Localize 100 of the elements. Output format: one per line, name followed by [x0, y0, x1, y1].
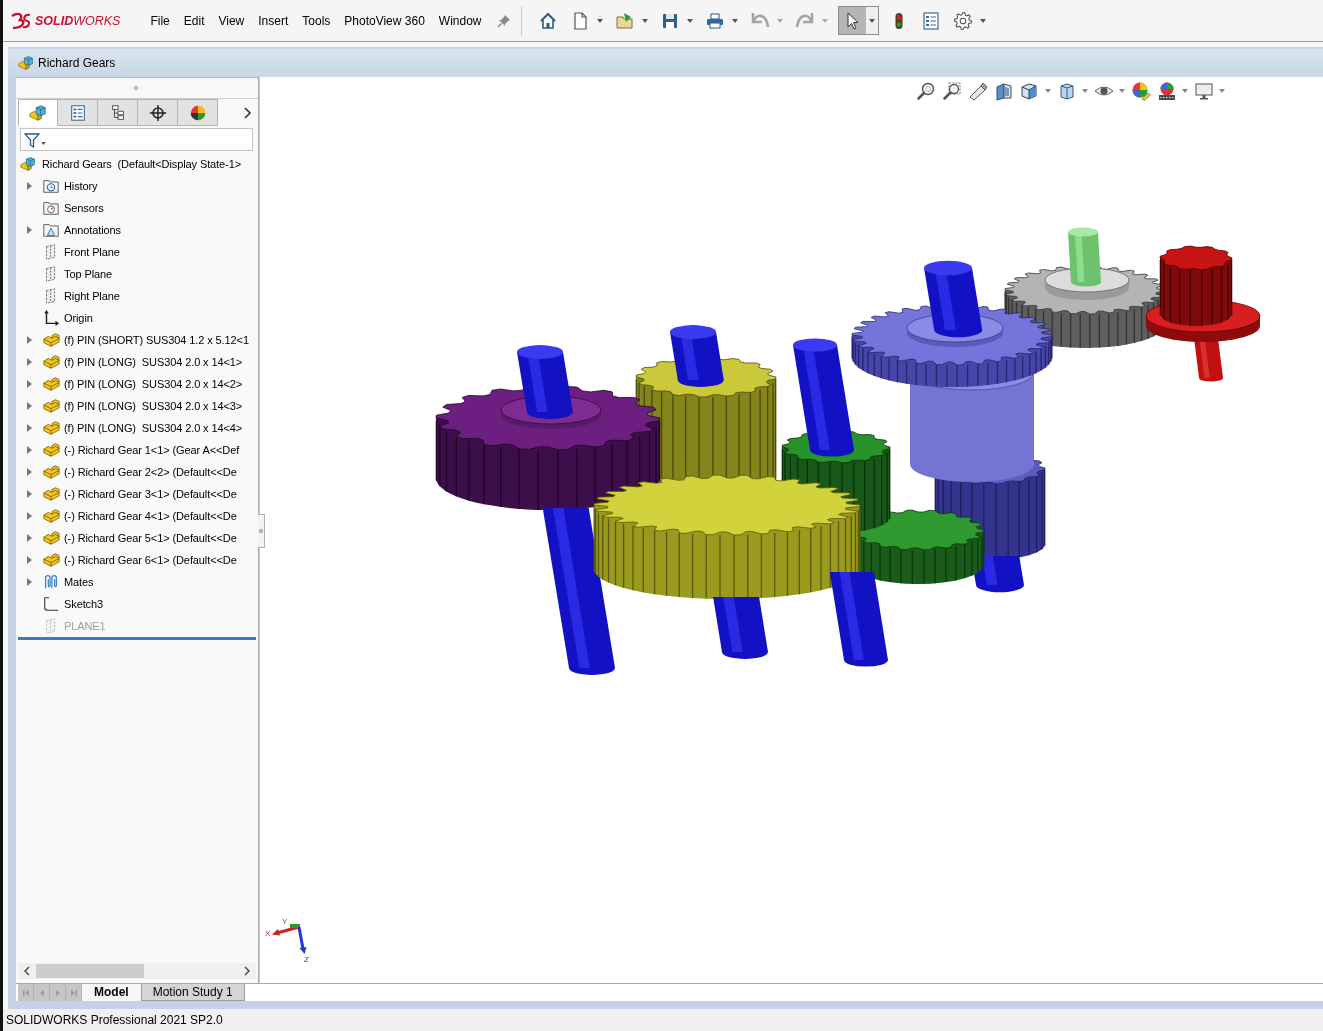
skip-start-icon: [21, 988, 30, 997]
expand-arrow-icon[interactable]: [26, 578, 32, 586]
list-icon: [920, 10, 941, 31]
tree-item[interactable]: Right Plane: [42, 287, 120, 305]
menu-item[interactable]: PhotoView 360: [337, 10, 432, 31]
view-settings-button[interactable]: [1194, 81, 1225, 101]
expand-arrow-icon[interactable]: [26, 380, 32, 388]
model-tab[interactable]: Model: [82, 984, 141, 1001]
tree-item[interactable]: Origin: [42, 309, 93, 327]
logo-icon: [10, 11, 32, 30]
tree-item[interactable]: (f) PIN (LONG) SUS304 2.0 x 14<1>: [42, 353, 243, 371]
tree-item[interactable]: Sketch3: [42, 595, 104, 613]
tree-item[interactable]: (f) PIN (LONG) SUS304 2.0 x 14<3>: [42, 397, 243, 415]
monitor-icon: [1194, 81, 1214, 101]
caret-icon: [641, 18, 648, 23]
tree-item[interactable]: (-) Richard Gear 3<1> (Default<<De: [42, 485, 237, 503]
triangle-right-icon: [53, 988, 62, 997]
axis-label: Y: [282, 917, 288, 926]
part-icon: [42, 463, 60, 481]
select-button[interactable]: [837, 6, 879, 35]
motion-study-tab[interactable]: Motion Study 1: [140, 984, 245, 1001]
pushpin-icon[interactable]: [496, 13, 511, 28]
apply-scene-button[interactable]: [1157, 81, 1188, 101]
expand-arrow-icon[interactable]: [26, 226, 32, 234]
expand-arrow-icon[interactable]: [26, 336, 32, 344]
configuration-manager-tab[interactable]: [98, 99, 138, 126]
cube-icon: [1020, 81, 1040, 101]
tree-item[interactable]: (-) Richard Gear 2<2> (Default<<De: [42, 463, 237, 481]
tree-item[interactable]: (f) PIN (LONG) SUS304 2.0 x 14<2>: [42, 375, 243, 393]
edit-appearance-button[interactable]: [1131, 81, 1151, 101]
funnel-icon: [24, 131, 40, 148]
expand-arrow-icon[interactable]: [26, 490, 32, 498]
scroll-left-icon[interactable]: [24, 966, 30, 976]
cube-icon: [1057, 81, 1077, 101]
expand-arrow-icon[interactable]: [26, 402, 32, 410]
axis-label: X: [265, 929, 271, 938]
tree-item[interactable]: (f) PIN (SHORT) SUS304 1.2 x 5.12<1: [42, 331, 249, 349]
feature-manager-tab[interactable]: [18, 99, 58, 126]
caret-icon: [686, 18, 693, 23]
menu-item[interactable]: View: [211, 10, 252, 31]
expand-arrow-icon[interactable]: [26, 534, 32, 542]
dimxpert-manager-tab[interactable]: [138, 99, 178, 126]
caret-icon: [731, 18, 738, 23]
property-manager-tab[interactable]: [58, 99, 98, 126]
part-icon: [42, 441, 60, 459]
tree-item[interactable]: Annotations: [42, 221, 121, 239]
panel-splitter-handle[interactable]: [258, 514, 265, 548]
chevron-right-icon: [244, 106, 252, 119]
horizontal-scrollbar[interactable]: [18, 963, 256, 979]
tree-root-item[interactable]: Richard Gears (Default<Display State-1>: [20, 156, 241, 172]
expand-arrow-icon[interactable]: [26, 556, 32, 564]
scrollbar-thumb[interactable]: [36, 964, 144, 978]
caret-icon: [776, 18, 783, 23]
printer-icon: [704, 10, 725, 31]
previous-view-button[interactable]: [968, 81, 988, 101]
tree-item[interactable]: (-) Richard Gear 6<1> (Default<<De: [42, 551, 237, 569]
tree-item[interactable]: (-) Richard Gear 1<1> (Gear A<<Def: [42, 441, 240, 459]
menu-item[interactable]: Tools: [295, 10, 338, 31]
history-folder-icon: [42, 177, 60, 195]
logo-text: SOLIDWORKS: [35, 13, 121, 28]
tree-item[interactable]: Sensors: [42, 199, 104, 217]
expand-arrow-icon[interactable]: [26, 446, 32, 454]
caret-icon: [41, 142, 46, 145]
expand-arrow-icon[interactable]: [26, 424, 32, 432]
scroll-right-icon[interactable]: [244, 966, 250, 976]
display-style-button[interactable]: [1057, 81, 1088, 101]
caret-icon: [868, 18, 875, 23]
tree-item[interactable]: History: [42, 177, 98, 195]
expand-arrow-icon[interactable]: [26, 468, 32, 476]
caret-icon: [1082, 89, 1088, 93]
expand-arrow-icon[interactable]: [26, 182, 32, 190]
filter-button[interactable]: [24, 131, 46, 148]
view-orientation-button[interactable]: [1020, 81, 1051, 101]
caret-icon: [1219, 89, 1225, 93]
zoom-to-fit-button[interactable]: [916, 81, 936, 101]
menu-item[interactable]: Insert: [251, 10, 296, 31]
tree-item[interactable]: (-) Richard Gear 4<1> (Default<<De: [42, 507, 237, 525]
tree-item[interactable]: Mates: [42, 573, 94, 591]
display-manager-tab[interactable]: [178, 99, 218, 126]
menu-item[interactable]: File: [143, 10, 177, 31]
magnifier-icon: [916, 81, 936, 101]
tree-item[interactable]: Top Plane: [42, 265, 113, 283]
folder-icon: [614, 10, 635, 31]
caret-icon: [979, 18, 986, 23]
expand-arrow-icon[interactable]: [26, 358, 32, 366]
part-icon: [42, 529, 60, 547]
tree-item[interactable]: (f) PIN (LONG) SUS304 2.0 x 14<4>: [42, 419, 243, 437]
part-icon: [42, 331, 60, 349]
origin-axes-icon: [42, 309, 60, 327]
menu-item[interactable]: Edit: [176, 10, 212, 31]
expand-arrow-icon[interactable]: [26, 512, 32, 520]
sphere-icon: [188, 103, 207, 122]
pencil-icon: [968, 81, 988, 101]
filter-field[interactable]: [20, 128, 253, 151]
section-view-button[interactable]: [994, 81, 1014, 101]
tree-item[interactable]: (-) Richard Gear 5<1> (Default<<De: [42, 529, 237, 547]
menu-item[interactable]: Window: [431, 10, 489, 31]
caret-icon: [1119, 89, 1125, 93]
zoom-to-area-button[interactable]: [942, 81, 962, 101]
tree-item[interactable]: Front Plane: [42, 243, 120, 261]
